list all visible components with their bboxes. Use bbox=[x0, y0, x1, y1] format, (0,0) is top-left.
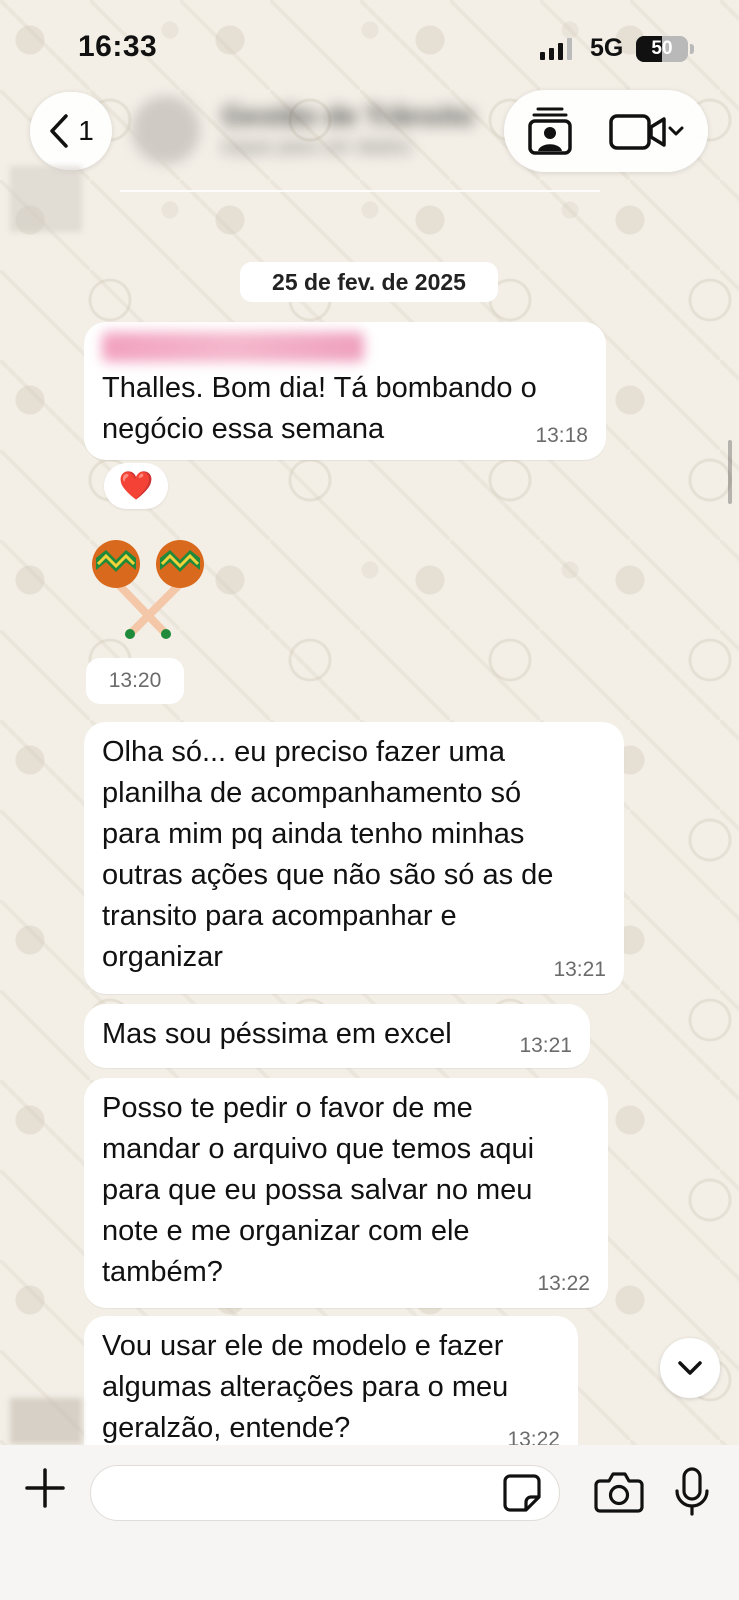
message-input[interactable] bbox=[90, 1465, 560, 1521]
sticker-icon[interactable] bbox=[502, 1473, 542, 1513]
message-bubble[interactable]: Olha só... eu preciso fazer uma planilha… bbox=[84, 722, 624, 994]
scrollbar[interactable] bbox=[728, 440, 732, 504]
message-bubble[interactable]: Vou usar ele de modelo e fazer algumas a… bbox=[84, 1316, 578, 1466]
message-text: Vou usar ele de modelo e fazer algumas a… bbox=[102, 1330, 509, 1444]
message-time: 13:18 bbox=[535, 424, 588, 447]
status-time: 16:33 bbox=[78, 30, 158, 63]
avatar[interactable] bbox=[132, 96, 200, 164]
message-time: 13:22 bbox=[537, 1272, 590, 1295]
message-text: Mas sou péssima em excel bbox=[102, 1018, 452, 1050]
network-type: 5G bbox=[590, 34, 624, 62]
blurred-thumbnail bbox=[10, 1398, 82, 1444]
status-bar: 16:33 5G 50 bbox=[0, 0, 739, 90]
battery-percent: 50 bbox=[651, 38, 673, 59]
contacts-card-icon[interactable] bbox=[526, 106, 574, 156]
contact-header[interactable]: Gestão de Trânsito toque para ver dados bbox=[132, 90, 482, 172]
plus-icon[interactable] bbox=[24, 1467, 66, 1509]
message-text: Thalles. Bom dia! Tá bombando o negócio … bbox=[102, 372, 537, 445]
message-text: Olha só... eu preciso fazer uma planilha… bbox=[102, 736, 554, 973]
cellular-signal-icon bbox=[540, 38, 572, 60]
message-text: Posso te pedir o favor de me mandar o ar… bbox=[102, 1092, 535, 1288]
camera-icon[interactable] bbox=[594, 1469, 644, 1515]
message-time: 13:21 bbox=[519, 1034, 572, 1057]
video-camera-icon[interactable] bbox=[608, 112, 688, 152]
message-bubble[interactable]: Mas sou péssima em excel 13:21 bbox=[84, 1004, 590, 1068]
message-time: 13:21 bbox=[553, 958, 606, 981]
message-composer bbox=[0, 1445, 739, 1600]
sticker-time: 13:20 bbox=[86, 658, 184, 704]
heart-reaction-icon[interactable]: ❤️ bbox=[104, 463, 168, 509]
blurred-thumbnail bbox=[10, 166, 82, 232]
sender-name bbox=[102, 332, 364, 362]
back-button[interactable]: 1 bbox=[30, 92, 112, 170]
date-divider: 25 de fev. de 2025 bbox=[240, 262, 498, 302]
unread-count: 1 bbox=[78, 115, 94, 146]
scroll-to-bottom-button[interactable] bbox=[660, 1338, 720, 1398]
contact-subtitle: toque para ver dados bbox=[222, 136, 412, 158]
message-bubble[interactable]: Thalles. Bom dia! Tá bombando o negócio … bbox=[84, 322, 606, 460]
message-bubble[interactable]: Posso te pedir o favor de me mandar o ar… bbox=[84, 1078, 608, 1308]
contact-name: Gestão de Trânsito bbox=[222, 100, 475, 131]
chevron-down-icon bbox=[678, 1361, 702, 1375]
call-actions bbox=[504, 90, 708, 172]
battery-cap bbox=[690, 44, 694, 54]
chevron-down-icon bbox=[668, 126, 684, 136]
microphone-icon[interactable] bbox=[674, 1467, 710, 1517]
chevron-left-icon bbox=[50, 114, 68, 148]
maracas-sticker[interactable] bbox=[88, 536, 208, 644]
battery-icon: 50 bbox=[636, 36, 688, 62]
header-divider bbox=[120, 190, 600, 192]
